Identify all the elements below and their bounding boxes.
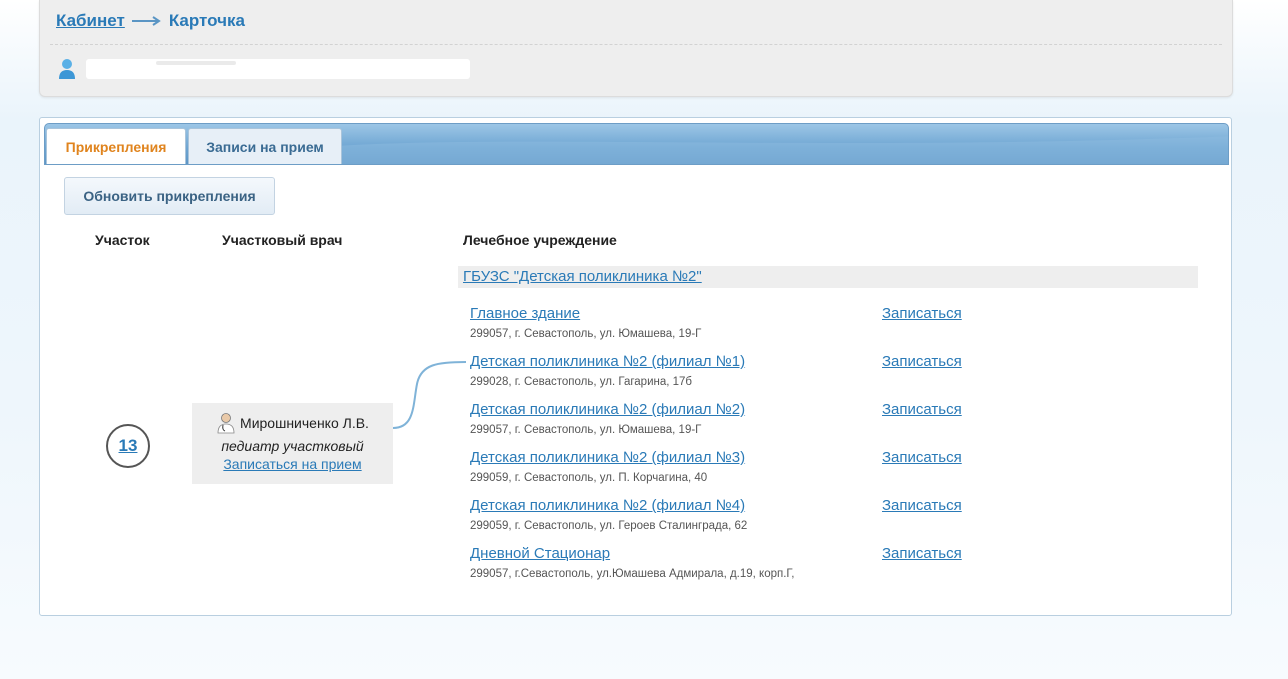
- branch-address: 299028, г. Севастополь, ул. Гагарина, 17…: [470, 376, 693, 388]
- user-name-redacted: [86, 59, 470, 79]
- branch-address: 299057, г.Севастополь, ул.Юмашева Адмира…: [470, 568, 795, 580]
- doctor-icon: [217, 413, 235, 434]
- doctor-name: Мирошниченко Л.В.: [240, 415, 369, 431]
- branch-link[interactable]: Главное здание: [470, 305, 701, 323]
- doctor-card: Мирошниченко Л.В. педиатр участковый Зап…: [192, 403, 393, 484]
- signup-link[interactable]: Записаться: [882, 305, 962, 323]
- header-panel: Кабинет Карточка: [39, 0, 1233, 97]
- institution-row: ГБУЗС "Детская поликлиника №2": [458, 266, 1198, 288]
- divider: [50, 44, 1222, 45]
- branch-item: Главное здание 299057, г. Севастополь, у…: [470, 305, 701, 341]
- signup-link[interactable]: Записаться: [882, 353, 962, 371]
- refresh-attachments-button[interactable]: Обновить прикрепления: [64, 177, 275, 215]
- branch-link[interactable]: Детская поликлиника №2 (филиал №3): [470, 449, 745, 467]
- connector-line: [393, 361, 467, 429]
- breadcrumb-current: Карточка: [168, 11, 245, 30]
- tab-attachments[interactable]: Прикрепления: [46, 128, 186, 164]
- tab-bar: Прикрепления Записи на прием: [44, 123, 1229, 165]
- doctor-specialty: педиатр участковый: [221, 438, 364, 454]
- branch-item: Детская поликлиника №2 (филиал №3) 29905…: [470, 449, 745, 485]
- breadcrumb: Кабинет Карточка: [56, 11, 245, 31]
- main-panel: Прикрепления Записи на прием Обновить пр…: [39, 117, 1232, 616]
- signup-link[interactable]: Записаться: [882, 497, 962, 515]
- signup-link[interactable]: Записаться: [882, 449, 962, 467]
- branch-item: Дневной Стационар 299057, г.Севастополь,…: [470, 545, 794, 581]
- branch-address: 299059, г. Севастополь, ул. П. Корчагина…: [470, 472, 708, 484]
- branch-address: 299057, г. Севастополь, ул. Юмашева, 19-…: [470, 424, 702, 436]
- institution-link[interactable]: ГБУЗС "Детская поликлиника №2": [463, 268, 702, 285]
- user-icon: [59, 59, 75, 79]
- signup-link[interactable]: Записаться: [882, 401, 962, 419]
- doctor-signup-link[interactable]: Записаться на прием: [192, 456, 393, 472]
- column-header-doctor: Участковый врач: [222, 232, 343, 248]
- district-number-badge[interactable]: 13: [106, 424, 150, 468]
- signup-link[interactable]: Записаться: [882, 545, 962, 563]
- branch-item: Детская поликлиника №2 (филиал №4) 29905…: [470, 497, 747, 533]
- tabbar-decoration: [335, 136, 1228, 164]
- branch-link[interactable]: Детская поликлиника №2 (филиал №4): [470, 497, 747, 515]
- breadcrumb-cabinet-link[interactable]: Кабинет: [56, 11, 125, 31]
- branch-link[interactable]: Детская поликлиника №2 (филиал №1): [470, 353, 745, 371]
- column-header-district: Участок: [95, 232, 150, 248]
- branch-address: 299057, г. Севастополь, ул. Юмашева, 19-…: [470, 328, 702, 340]
- branch-item: Детская поликлиника №2 (филиал №2) 29905…: [470, 401, 745, 437]
- column-header-institution: Лечебное учреждение: [463, 232, 617, 248]
- branch-link[interactable]: Дневной Стационар: [470, 545, 794, 563]
- arrow-right-icon: [131, 16, 161, 26]
- branch-address: 299059, г. Севастополь, ул. Героев Стали…: [470, 520, 748, 532]
- branch-link[interactable]: Детская поликлиника №2 (филиал №2): [470, 401, 745, 419]
- district-number-link[interactable]: 13: [119, 436, 138, 455]
- tab-appointments[interactable]: Записи на прием: [188, 128, 342, 164]
- branch-item: Детская поликлиника №2 (филиал №1) 29902…: [470, 353, 745, 389]
